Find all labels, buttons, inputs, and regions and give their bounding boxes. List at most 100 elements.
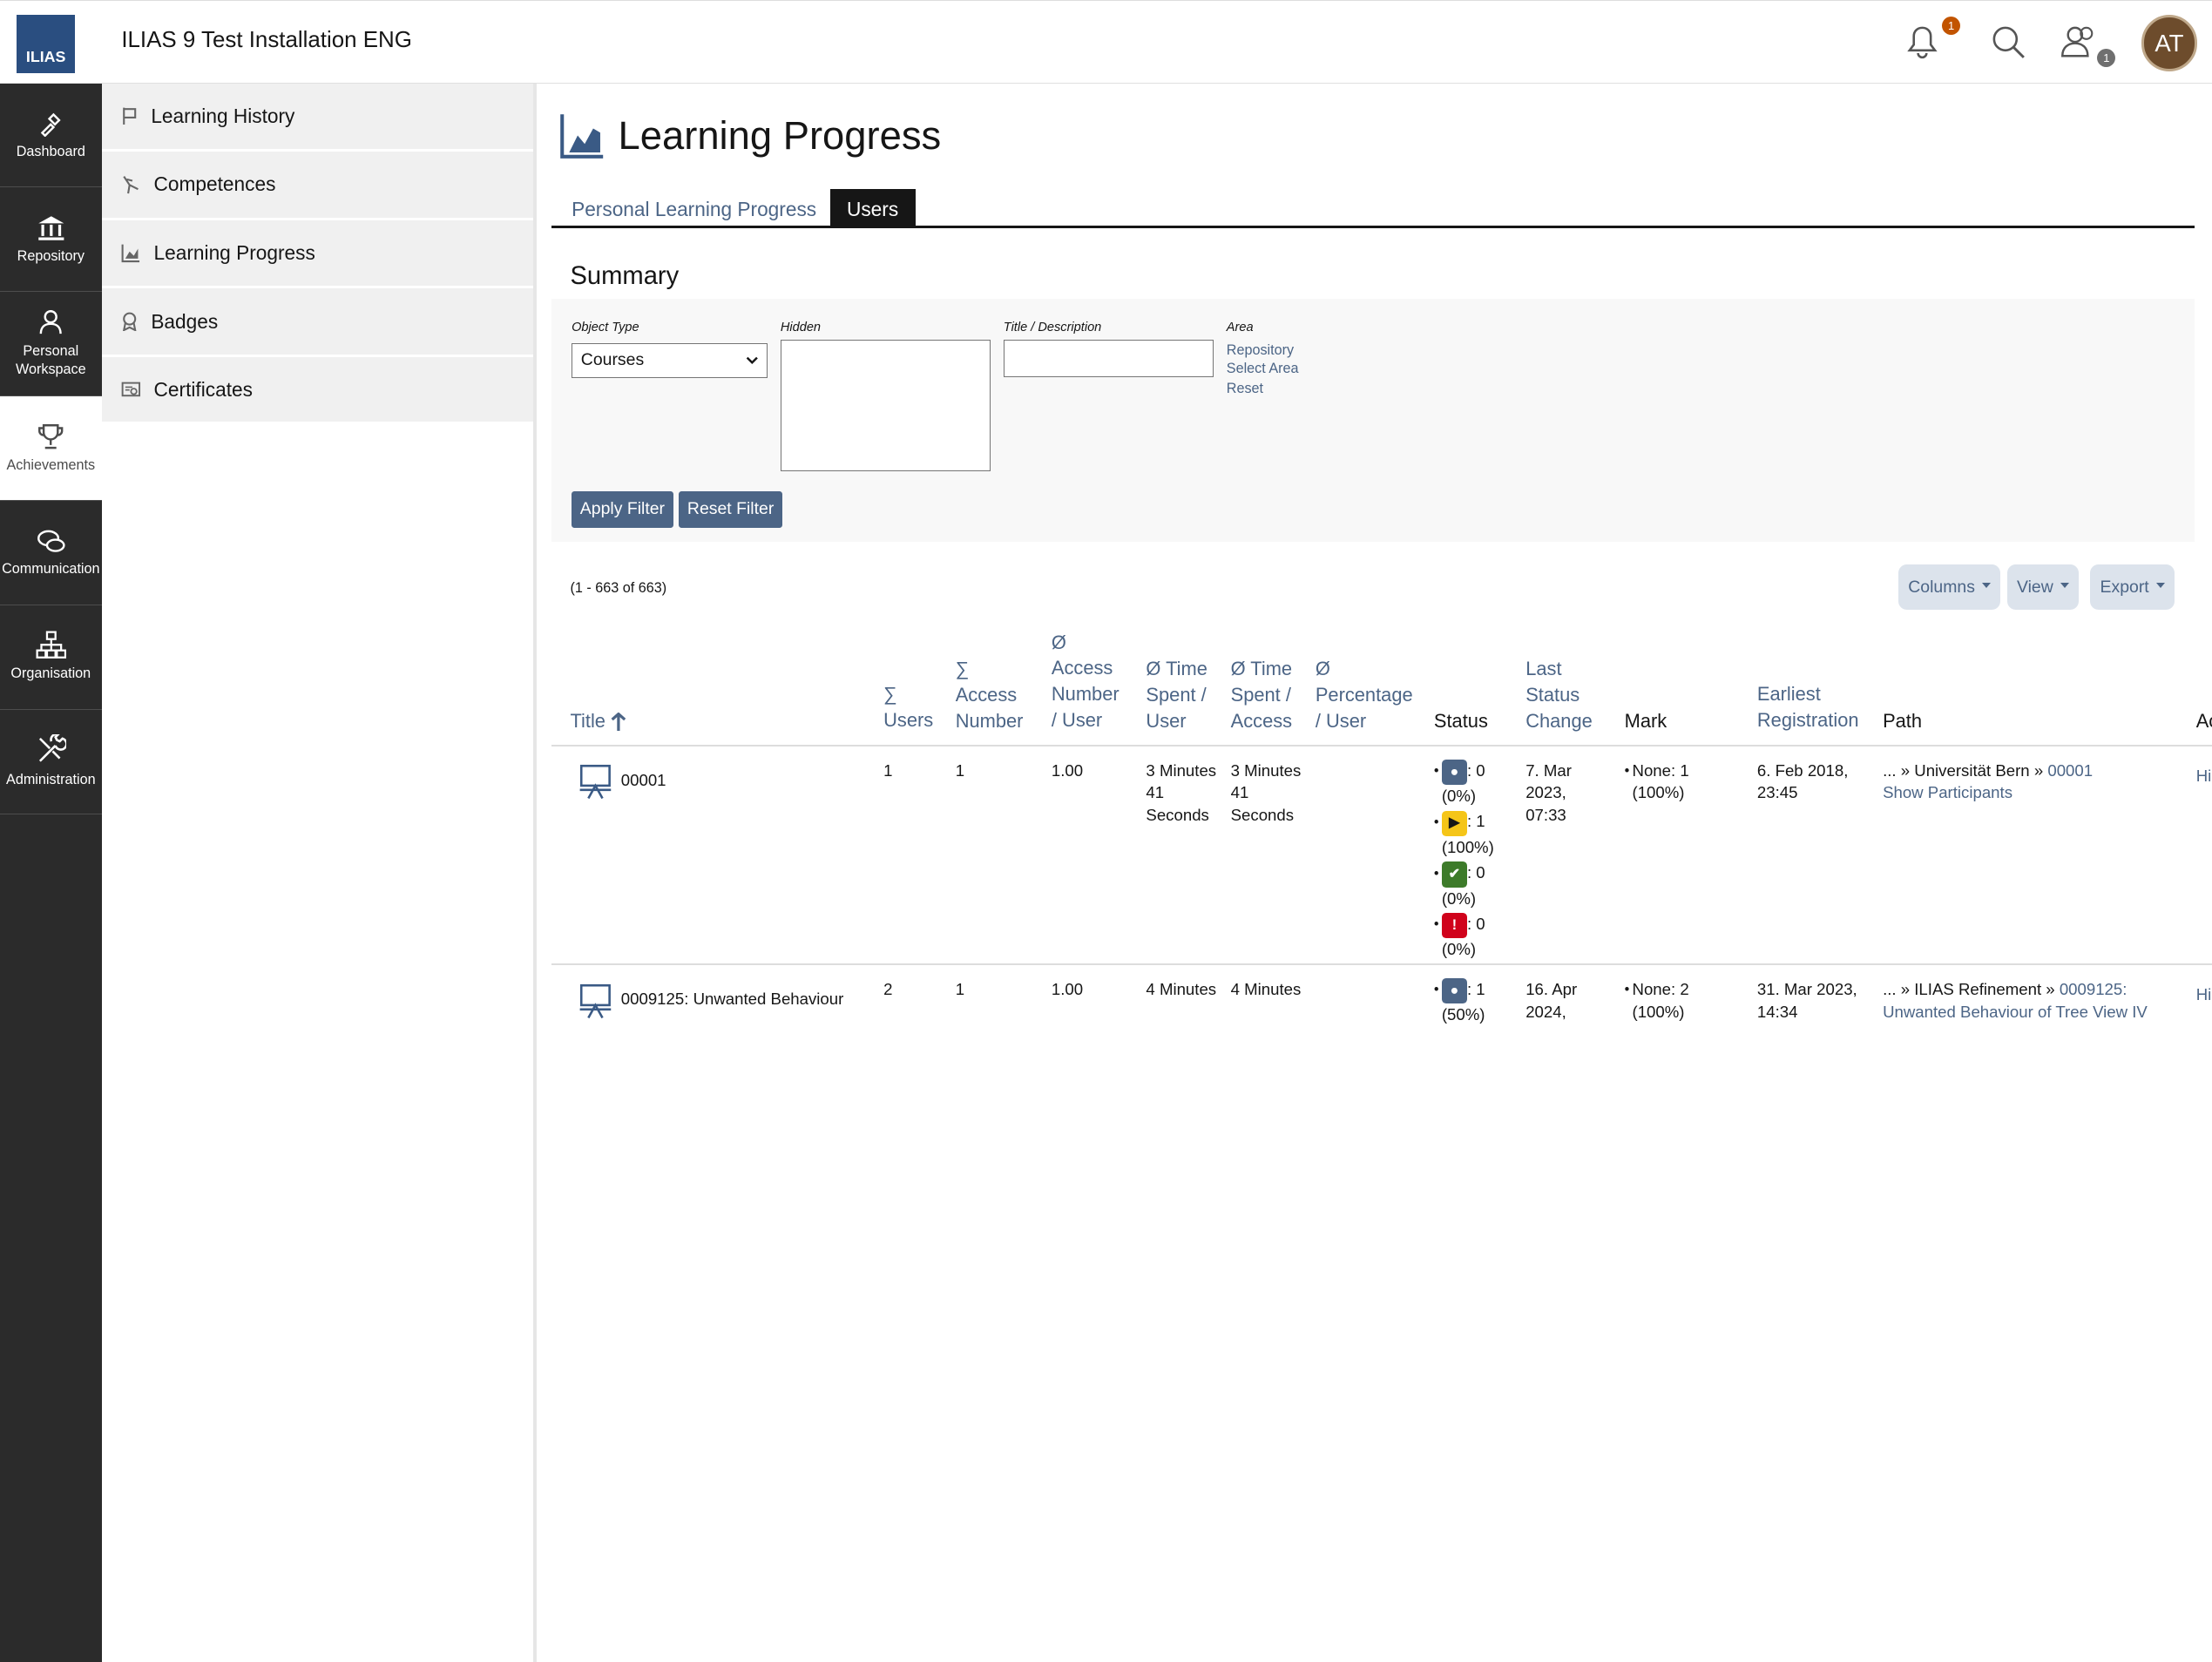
learning-progress-icon [121,244,140,263]
apply-filter-button[interactable]: Apply Filter [572,490,673,528]
row-earliest-registration: 31. Mar 2023, 14:34 [1756,979,1857,1021]
competences-icon [123,175,139,193]
row-divider [551,963,2212,966]
column-header-users[interactable]: ∑ Users [883,681,940,733]
row-time-access: 3 Minutes 41 Seconds [1230,760,1302,825]
row-users: 1 [883,760,893,780]
column-header-earliest-registration[interactable]: Earliest Registration [1757,681,1870,733]
notification-count-badge: 1 [1942,16,1961,35]
mainbar-item-personal-workspace[interactable]: Personal Workspace [0,292,102,397]
row-access-number: 1 [955,760,965,780]
page-title: Learning Progress [618,112,942,158]
slate-item-learning-progress[interactable]: Learning Progress [101,220,534,289]
row-users: 2 [883,979,893,998]
column-header-avg-time-user[interactable]: Ø Time Spent / User [1146,656,1216,734]
tab-bar: Personal Learning Progress Users [551,189,2195,229]
notifications-button[interactable]: 1 [1901,16,1961,64]
column-header-last-status-change[interactable]: Last Status Change [1525,656,1603,734]
row-avg-access: 1.00 [1051,979,1084,998]
chevron-down-icon [746,356,758,365]
completed-icon: ✔ [1441,861,1467,888]
row-title[interactable]: 0009125: Unwanted Behaviour [621,988,844,1010]
ilias-logo[interactable]: ILIAS [17,15,75,73]
slate-item-badges[interactable]: Badges [101,288,534,357]
status-not-attempted: • ●: 1 (50%) [1433,978,1485,1024]
slate-item-certificates[interactable]: Certificates [101,357,534,426]
row-title[interactable]: 00001 [621,769,666,792]
slate-item-learning-history[interactable]: Learning History [101,84,534,152]
column-header-avg-time-access[interactable]: Ø Time Spent / Access [1231,656,1302,734]
result-count: (1 - 663 of 663) [570,579,667,596]
installation-title: ILIAS 9 Test Installation ENG [121,27,412,52]
area-label: Area [1226,320,1254,334]
area-reset-link[interactable]: Reset [1227,380,1263,399]
row-action-link[interactable]: Hi [2196,983,2212,1006]
path-link[interactable]: 00001 [2047,761,2093,780]
mainbar-item-achievements[interactable]: Achievements [0,396,102,502]
title-description-input[interactable] [1003,340,1214,377]
mainbar-item-repository[interactable]: Repository [0,187,102,293]
column-header-status: Status [1433,710,1488,733]
users-icon [2060,26,2093,57]
tab-personal-learning-progress[interactable]: Personal Learning Progress [555,189,834,226]
dashboard-icon [40,112,61,138]
personal-workspace-icon [39,310,62,334]
caret-down-icon [2060,583,2069,588]
tab-users[interactable]: Users [829,189,916,226]
column-header-path: Path [1883,710,1923,733]
avatar[interactable]: AT [2141,15,2198,71]
status-completed: • ✔: 0 (0%) [1433,861,1485,908]
search-icon [1992,26,2026,58]
row-time-user: 3 Minutes 41 Seconds [1146,760,1217,825]
status-in-progress: • ▶: 1 (100%) [1433,810,1494,856]
organisation-icon [35,631,66,659]
hidden-label: Hidden [780,320,822,334]
course-icon [579,983,612,1018]
show-participants-link[interactable]: Show Participants [1883,783,2012,801]
row-last-status-change: 7. Mar 2023, 07:33 [1525,760,1572,825]
top-header: ILIAS ILIAS 9 Test Installation ENG 1 1 … [0,0,2212,84]
caret-down-icon [2155,583,2165,588]
hidden-multiselect[interactable] [780,340,991,472]
row-action-link[interactable]: Hi [2196,765,2212,787]
area-select-link[interactable]: Select Area [1227,360,1299,379]
badge-icon [123,312,137,332]
learning-progress-icon [559,111,605,166]
column-header-avg-access-user[interactable]: Ø Access Number / User [1052,630,1129,734]
column-header-avg-percentage[interactable]: Ø Percentage / User [1316,656,1417,734]
row-last-status-change: 16. Apr 2024, [1525,979,1578,1021]
area-repository-link[interactable]: Repository [1227,341,1294,361]
mainbar-item-administration[interactable]: Administration [0,710,102,814]
row-time-user: 4 Minutes [1146,979,1217,998]
export-dropdown[interactable]: Export [2090,564,2175,610]
view-dropdown[interactable]: View [2006,564,2080,610]
row-avg-access: 1.00 [1051,760,1084,780]
column-header-title[interactable]: Title [570,708,626,734]
row-access-number: 1 [955,979,965,998]
column-header-access-number[interactable]: ∑ Access Number [956,656,1033,734]
mainbar-item-communication[interactable]: Communication [0,501,102,605]
caret-down-icon [1982,583,1992,588]
contacts-button[interactable]: 1 [2058,21,2116,68]
reset-filter-button[interactable]: Reset Filter [679,490,783,528]
row-time-access: 4 Minutes [1230,979,1302,998]
not-attempted-icon: ● [1441,978,1467,1004]
object-type-label: Object Type [572,320,639,334]
slate-item-competences[interactable]: Competences [101,152,534,220]
trophy-icon [38,423,64,449]
columns-dropdown[interactable]: Columns [1897,564,2001,610]
learning-history-icon [123,107,137,125]
object-type-select[interactable]: Courses [572,342,768,379]
not-attempted-icon: ● [1441,759,1467,786]
main-content: Learning Progress Personal Learning Prog… [537,84,2212,1662]
contacts-count-badge: 1 [2097,49,2116,68]
in-progress-icon: ▶ [1441,810,1467,836]
summary-heading: Summary [570,262,680,291]
status-failed: • !: 0 (0%) [1433,913,1485,959]
mainbar-item-organisation[interactable]: Organisation [0,605,102,710]
achievements-slate: Learning History Competences Learning Pr… [101,83,534,426]
table-header-divider [551,745,2212,747]
column-header-mark: Mark [1624,710,1667,733]
mainbar-item-dashboard[interactable]: Dashboard [0,84,102,188]
search-button[interactable] [1987,21,2030,64]
